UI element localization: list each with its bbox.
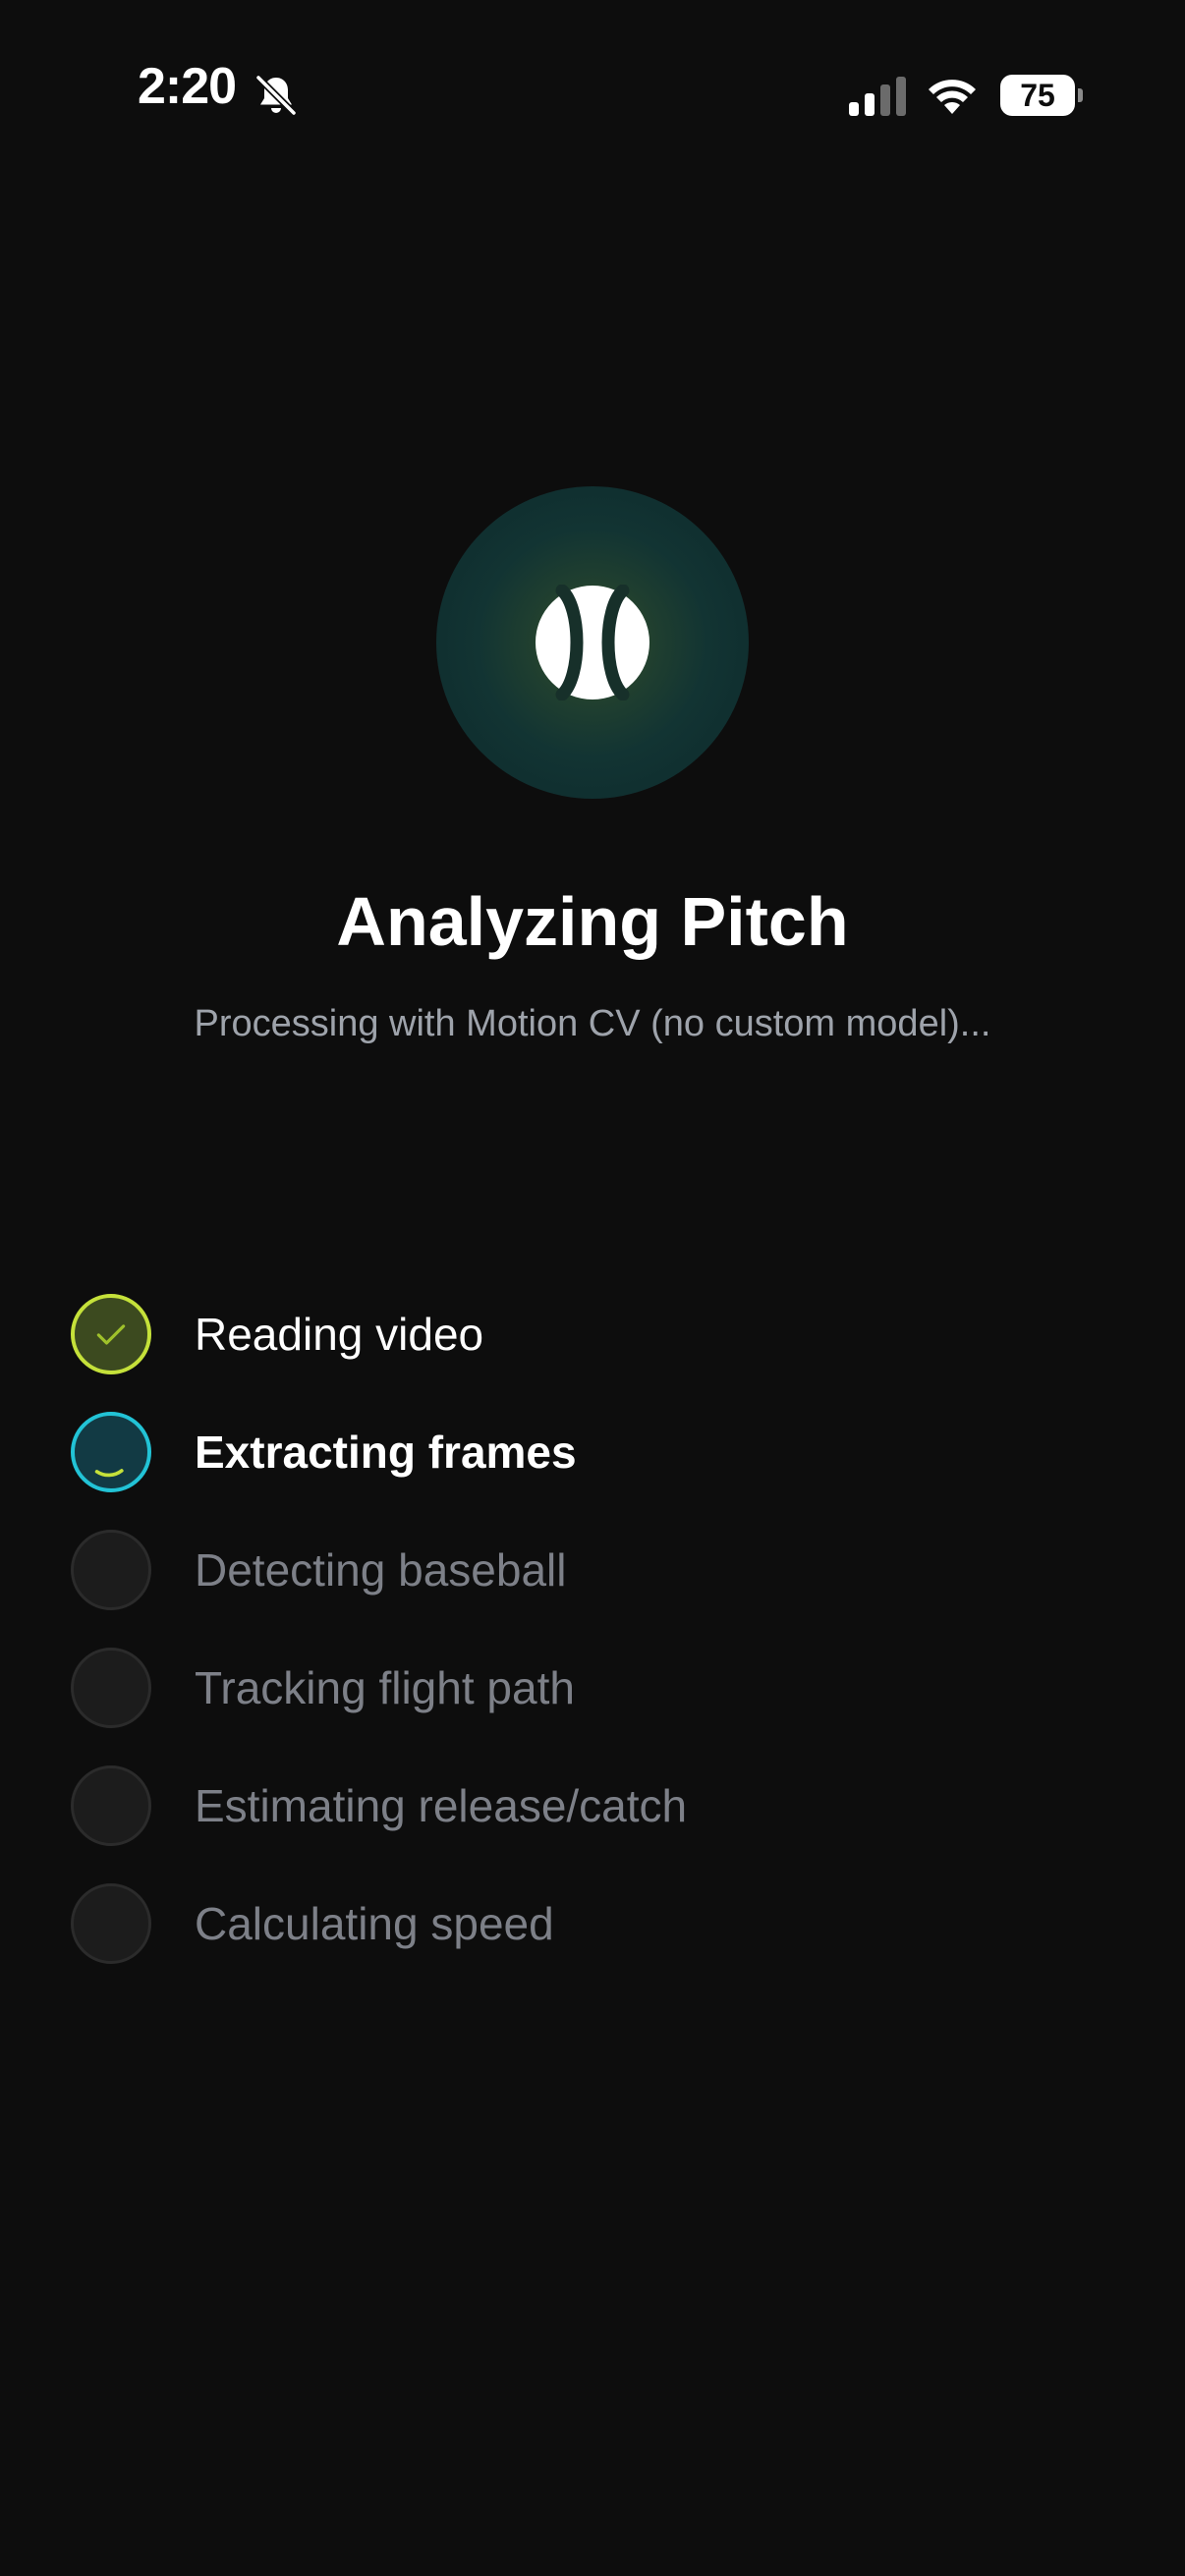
step-pending-indicator [71, 1883, 151, 1964]
step-pending-indicator [71, 1530, 151, 1610]
loading-spinner-icon [94, 1469, 124, 1478]
step-label: Extracting frames [195, 1427, 577, 1478]
step-complete-indicator [71, 1294, 151, 1374]
step-label: Detecting baseball [195, 1544, 567, 1596]
step-detecting-baseball: Detecting baseball [71, 1511, 1112, 1629]
wifi-icon [929, 80, 976, 114]
step-estimating-release-catch: Estimating release/catch [71, 1747, 1112, 1865]
step-tracking-flight-path: Tracking flight path [71, 1629, 1112, 1747]
status-time: 2:20 [138, 58, 237, 115]
cellular-signal-icon [849, 77, 906, 116]
page-title: Analyzing Pitch [336, 883, 849, 960]
step-active-indicator [71, 1412, 151, 1492]
battery-cap [1078, 88, 1083, 102]
bell-slash-icon [254, 74, 298, 117]
battery-indicator: 75 [1000, 75, 1083, 116]
status-bar: 2:20 75 [0, 0, 1185, 196]
baseball-icon [536, 585, 649, 700]
step-label: Tracking flight path [195, 1662, 575, 1713]
step-label: Reading video [195, 1309, 484, 1360]
step-pending-indicator [71, 1765, 151, 1846]
checkmark-icon [96, 1324, 126, 1345]
step-reading-video: Reading video [71, 1275, 1112, 1393]
step-label: Calculating speed [195, 1898, 554, 1949]
step-calculating-speed: Calculating speed [71, 1865, 1112, 1983]
progress-steps-list: Reading video Extracting frames Detectin… [71, 1275, 1112, 1983]
battery-level: 75 [1020, 78, 1055, 113]
step-pending-indicator [71, 1648, 151, 1728]
step-label: Estimating release/catch [195, 1780, 688, 1831]
step-extracting-frames: Extracting frames [71, 1393, 1112, 1511]
page-subtitle: Processing with Motion CV (no custom mod… [194, 1003, 991, 1044]
